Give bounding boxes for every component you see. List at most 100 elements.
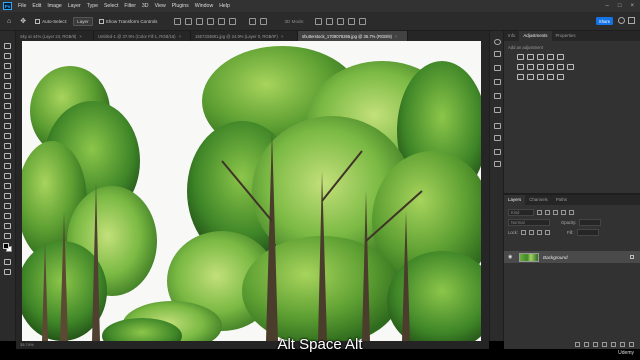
fill-input[interactable] [576,228,599,236]
invert-icon[interactable] [517,74,524,80]
paths-icon[interactable] [494,149,501,155]
move-tool-icon[interactable]: ✥ [17,17,29,26]
filter-pixel-icon[interactable] [537,209,542,215]
healing-brush-icon[interactable] [4,113,11,119]
distribute-icons[interactable] [244,17,272,26]
menu-select[interactable]: Select [101,3,121,9]
menu-help[interactable]: Help [216,3,233,9]
exposure-icon[interactable] [547,54,554,60]
lasso-tool-icon[interactable] [4,63,11,69]
menu-file[interactable]: File [15,3,29,9]
menu-image[interactable]: Image [44,3,64,9]
channel-mixer-icon[interactable] [557,64,564,70]
menu-filter[interactable]: Filter [121,3,139,9]
menu-edit[interactable]: Edit [29,3,44,9]
minimize-icon[interactable]: – [606,3,609,9]
screen-mode-icon[interactable] [4,269,11,275]
layer-lock-icon[interactable] [630,255,634,259]
history-icon[interactable] [494,79,501,85]
glyphs-icon[interactable] [494,161,501,167]
pen-tool-icon[interactable] [4,193,11,199]
history-brush-icon[interactable] [4,143,11,149]
close-tab-icon[interactable]: × [79,34,81,39]
eraser-tool-icon[interactable] [4,153,11,159]
vibrance-icon[interactable] [557,54,564,60]
gradient-map-icon[interactable] [557,74,564,80]
tab-1557334881[interactable]: 1557334881.jpg @ 24.9% (Layer 0, RGB/8*)… [191,31,298,41]
home-icon[interactable]: ⌂ [4,17,14,26]
canvas-area[interactable] [16,41,489,341]
align-icons[interactable] [169,17,241,26]
close-tab-icon[interactable]: × [395,34,397,39]
close-icon[interactable]: × [630,3,634,9]
menu-window[interactable]: Window [192,3,216,9]
lock-position-icon[interactable] [529,229,535,235]
show-transform-checkbox[interactable]: Show Transform Controls [96,17,161,26]
foreground-color-swatch[interactable] [3,243,9,249]
frame-tool-icon[interactable] [4,93,11,99]
menu-view[interactable]: View [152,3,169,9]
tab-untitled[interactable]: Untitled-1 @ 37.9% (Color Fill 1, RGB/16… [94,31,191,41]
lock-all-icon[interactable] [545,229,551,235]
filter-shape-icon[interactable] [561,209,566,215]
swatches-icon[interactable] [494,51,501,57]
blend-mode-dropdown[interactable]: Normal [508,218,550,226]
path-select-icon[interactable] [4,213,11,219]
lock-artboard-icon[interactable] [537,229,543,235]
tab-channels[interactable]: Channels [525,195,552,205]
search-icon[interactable] [618,17,625,24]
shape-tool-icon[interactable] [4,223,11,229]
tab-properties[interactable]: Properties [552,31,580,41]
filter-smart-icon[interactable] [569,209,574,215]
tab-info[interactable]: Info [504,31,519,41]
photo-filter-icon[interactable] [547,64,554,70]
clone-source-icon[interactable] [494,107,501,113]
quick-select-tool-icon[interactable] [4,73,11,79]
crop-tool-icon[interactable] [4,83,11,89]
menu-3d[interactable]: 3D [139,3,152,9]
maximize-icon[interactable]: □ [618,3,622,9]
color-wheel-icon[interactable] [494,39,501,45]
clone-stamp-icon[interactable] [4,133,11,139]
tab-shutterstock[interactable]: shutterstock_1709076265.jpg @ 35.7% (RGB… [298,31,408,41]
hue-sat-icon[interactable] [517,64,524,70]
bw-icon[interactable] [537,64,544,70]
auto-select-dropdown[interactable]: Layer [73,16,93,26]
close-tab-icon[interactable]: × [179,34,181,39]
close-tab-icon[interactable]: × [281,34,283,39]
curves-icon[interactable] [537,54,544,60]
paragraph-icon[interactable] [494,135,501,141]
brush-tool-icon[interactable] [4,123,11,129]
brush-settings-icon[interactable] [494,93,501,99]
tab-adjustments[interactable]: Adjustments [519,31,552,41]
hand-tool-icon[interactable] [4,233,11,239]
move-tool-icon[interactable] [4,43,11,49]
filter-kind-dropdown[interactable]: Kind [508,208,534,216]
posterize-icon[interactable] [527,74,534,80]
type-tool-icon[interactable] [4,203,11,209]
menu-type[interactable]: Type [84,3,101,9]
tab-paths[interactable]: Paths [552,195,571,205]
quick-mask-icon[interactable] [4,259,11,265]
eyedropper-tool-icon[interactable] [4,103,11,109]
color-lookup-icon[interactable] [567,64,574,70]
brightness-icon[interactable] [517,54,524,60]
visibility-eye-icon[interactable]: ◉ [508,254,514,260]
layer-row-background[interactable]: ◉ Background [504,251,640,263]
tab-sky[interactable]: Sky at 44% (Layer 24, RGB/8) × [16,31,94,41]
levels-icon[interactable] [527,54,534,60]
menu-layer[interactable]: Layer [65,3,84,9]
3d-mode-icons[interactable] [310,17,371,26]
tree-photo[interactable] [22,41,481,341]
dodge-tool-icon[interactable] [4,183,11,189]
workspace-icon[interactable] [628,17,635,24]
gradient-tool-icon[interactable] [4,163,11,169]
character-icon[interactable] [494,123,501,129]
selective-color-icon[interactable] [547,74,554,80]
menu-plugins[interactable]: Plugins [169,3,192,9]
blur-tool-icon[interactable] [4,173,11,179]
marquee-tool-icon[interactable] [4,53,11,59]
threshold-icon[interactable] [537,74,544,80]
share-button[interactable]: Share [596,17,613,25]
lock-pixels-icon[interactable] [521,229,527,235]
